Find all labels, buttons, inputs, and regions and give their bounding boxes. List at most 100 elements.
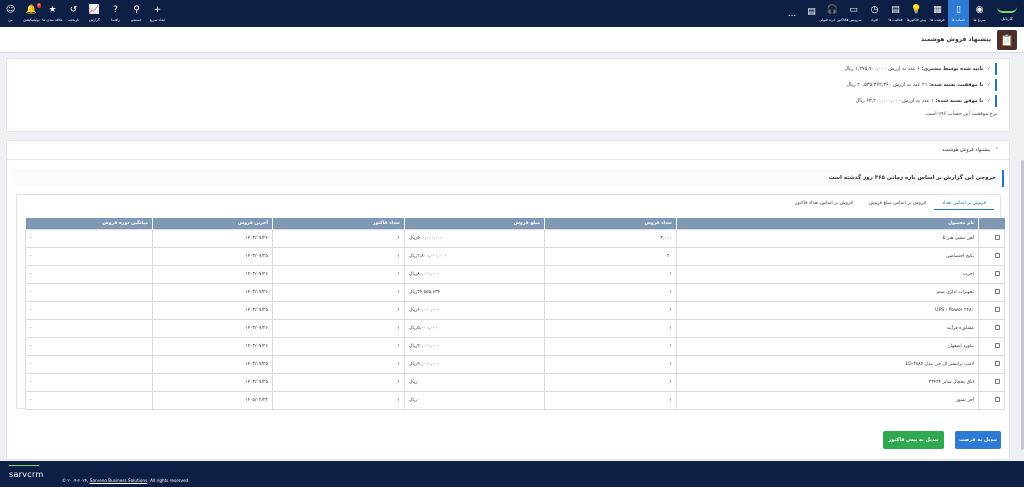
column-header[interactable]: مبلغ فروش bbox=[404, 218, 545, 229]
main-content: ✓ تایید شده توسط مشتری: ۶ عدد به ارزش ۱,… bbox=[6, 58, 1010, 460]
contracts-icon: ▯ bbox=[956, 5, 961, 15]
column-header[interactable]: میانگین دوره فروش bbox=[25, 218, 153, 229]
nav-item-document[interactable]: ▤ فعالیت ها bbox=[885, 0, 906, 27]
nav-item-history[interactable]: ↺ تاریخچه bbox=[63, 0, 84, 27]
table-cell: مشاوره فرآیند bbox=[676, 318, 979, 338]
table-cell: ۲,۸۰۰,۰۰۰,۰۰۰ریال bbox=[404, 246, 545, 266]
table-cell: ۱ bbox=[272, 354, 405, 374]
nav-item-clock[interactable]: ◷ افراد bbox=[864, 0, 885, 27]
row-checkbox[interactable] bbox=[995, 253, 1000, 258]
nav-item-label: فرصت ها bbox=[930, 18, 945, 22]
table-cell: ۱ bbox=[544, 372, 677, 392]
column-header[interactable]: تعداد فاکتور bbox=[272, 218, 405, 229]
table-cell: ۵۰۰,۰۰۰,۰۰۰ریال bbox=[404, 228, 545, 248]
report-panel: فروش بر اساس تعداد فروش بر اساس مبلغ فرو… bbox=[16, 194, 1005, 410]
nav-item-contracts[interactable]: ▯ حساب ها bbox=[948, 0, 969, 27]
row-select-cell bbox=[978, 246, 1005, 266]
company-link[interactable]: Sarveno Business Solutions bbox=[90, 478, 148, 483]
table-row[interactable]: تجهیزات اداری صنم ۱ ۳۴,۵۵۵,۶۲۴ریال ۱ ۱۴۰۳/۰۷… bbox=[25, 282, 1005, 302]
stat-approved: ✓ تایید شده توسط مشتری: ۶ عدد به ارزش ۱,… bbox=[697, 63, 997, 75]
bulb-icon: 💡 bbox=[910, 5, 923, 15]
table-row[interactable]: پکیج اختصاصی ۲۰ ۲,۸۰۰,۰۰۰,۰۰۰ریال ۱ ۱۴۰۳/۰۷/… bbox=[25, 246, 1005, 266]
nav-icon-wrap: ◉ bbox=[976, 5, 984, 16]
tab-by-amount[interactable]: فروش بر اساس مبلغ فروش bbox=[861, 198, 934, 210]
nav-item-plus[interactable]: + ایجاد سریع bbox=[147, 0, 168, 27]
app-logo[interactable]: کارتابل bbox=[990, 0, 1024, 27]
table-cell: ۱ bbox=[544, 336, 677, 356]
table-cell: اتاق یخچال سایز ۲۳۴۳۴ bbox=[676, 372, 979, 392]
top-navbar: کارتابل ◉ سرنخ ها ▯ حساب ها ▦ فرصت ها 💡 پیش فاک… bbox=[0, 0, 1024, 27]
table-cell: ۶۰,۰۰۰,۰۰۰ریال bbox=[404, 300, 545, 320]
convert-to-quote-button[interactable]: تبدیل به پیش فاکتور bbox=[883, 431, 944, 449]
nav-item-bell[interactable]: 🔔 ۲ نوتیفیکیشن bbox=[21, 0, 42, 27]
table-cell: ۳۴,۵۵۵,۶۲۴ریال bbox=[404, 282, 545, 302]
logo-mark bbox=[997, 7, 1017, 13]
row-checkbox[interactable] bbox=[995, 289, 1000, 294]
table-row[interactable]: UPS - Power ۲۲۸۰ ۱ ۶۰,۰۰۰,۰۰۰ریال ۱ ۱۴۰۳/۰۷/… bbox=[25, 300, 1005, 320]
table-row[interactable]: اتاق یخچال سایز ۲۳۴۳۴ ۱ ۰ریال ۱ ۱۴۰۳/۰۷/۲۵- bbox=[25, 372, 1005, 392]
convert-to-opportunity-button[interactable]: تبدیل به فرصت bbox=[955, 431, 1001, 449]
nav-icon-wrap: ▤ bbox=[891, 5, 900, 16]
table-cell: تجهیزات اداری صنم bbox=[676, 282, 979, 302]
table-row[interactable]: اجرت ۱ ۸۰,۰۰۰,۰۰۰ریال ۱ ۱۴۰۳/۰۷/۲۶- bbox=[25, 264, 1005, 284]
row-checkbox[interactable] bbox=[995, 271, 1000, 276]
row-checkbox[interactable] bbox=[995, 235, 1000, 240]
report-tabs: فروش بر اساس تعداد فروش بر اساس مبلغ فرو… bbox=[787, 198, 994, 210]
row-checkbox[interactable] bbox=[995, 397, 1000, 402]
column-header[interactable]: آخرین فروش bbox=[152, 218, 273, 229]
nav-item-bulb[interactable]: 💡 پیش فاکتورها bbox=[906, 0, 927, 27]
avatar-icon: ☺ bbox=[5, 5, 16, 15]
nav-item-search[interactable]: ⚲ جستجو bbox=[126, 0, 147, 27]
nav-icon-wrap: 📈 bbox=[89, 5, 100, 16]
stats-card: ✓ تایید شده توسط مشتری: ۶ عدد به ارزش ۱,… bbox=[6, 58, 1010, 132]
copyright-prefix: © ۲۰۰۴-۲۰۲۴, bbox=[62, 478, 90, 483]
nav-item-label: سرویس ها bbox=[845, 18, 862, 22]
table-row[interactable]: آجر نسوز ۱ ۰ریال ۱ ۱۴۰۵/۰۲/۲۲- bbox=[25, 390, 1005, 410]
nav-item-file[interactable]: ▤ bbox=[801, 0, 822, 27]
table-row[interactable]: مشاوره فرآیند ۱ ۵,۰۰۰,۰۰۰ریال ۱ ۱۴۰۳/۰۷/۲۶- bbox=[25, 318, 1005, 338]
row-checkbox[interactable] bbox=[995, 325, 1000, 330]
column-header[interactable]: تعداد فروش bbox=[544, 218, 677, 229]
table-cell: ۵,۰۰۰,۰۰۰ریال bbox=[404, 318, 545, 338]
nav-item-avatar[interactable]: ☺ من bbox=[0, 0, 21, 27]
row-checkbox[interactable] bbox=[995, 361, 1000, 366]
table-row[interactable]: لامپ ترانستر ال جی مدل LG-۳۸۸۴ ۱ ۹۰,۰۰۰,۰۰… bbox=[25, 354, 1005, 374]
nav-icon-wrap: ⚲ bbox=[133, 5, 140, 16]
notification-badge: ۲ bbox=[37, 3, 42, 8]
more-menu-icon[interactable]: ... bbox=[783, 0, 801, 27]
headset-icon: 🎧 bbox=[826, 5, 839, 15]
table-cell: ۱۴۰۳/۰۷/۲۶ bbox=[152, 336, 273, 356]
column-header[interactable] bbox=[978, 218, 1005, 229]
nav-item-card[interactable]: ▭ سرویس ها bbox=[843, 0, 864, 27]
page-header: 📋 پیشنهاد فروش هوشمند bbox=[0, 27, 1024, 53]
table-cell: ۱ bbox=[272, 246, 405, 266]
table-cell: اجرت bbox=[676, 264, 979, 284]
table-cell: ۱۴۰۳/۰۷/۲۵ bbox=[152, 300, 273, 320]
nav-item-chart[interactable]: 📈 گزارش bbox=[84, 0, 105, 27]
stat-label: تایید شده توسط مشتری: bbox=[921, 66, 984, 72]
nav-item-headset[interactable]: 🎧 فاکتور خرید قبولی bbox=[819, 0, 846, 27]
table-cell: ۱۴۰۳/۰۷/۲۶ bbox=[152, 228, 273, 248]
table-row[interactable]: آهن نبشی هنر b ۲,۰۰۰ ۵۰۰,۰۰۰,۰۰۰ریال ۱ ۱۴۰۳/… bbox=[25, 228, 1005, 248]
column-header[interactable]: نام محصول bbox=[676, 218, 979, 229]
table-cell: - bbox=[25, 246, 153, 266]
nav-item-opportunity[interactable]: ▦ فرصت ها bbox=[927, 0, 948, 27]
nav-icon-wrap: 🔔 ۲ bbox=[26, 3, 42, 16]
nav-item-help[interactable]: ? راهنما bbox=[105, 0, 126, 27]
footer-brand: sarvcrm bbox=[9, 470, 44, 479]
nav-item-star[interactable]: ★ علاقه مندی ها bbox=[42, 0, 63, 27]
row-checkbox[interactable] bbox=[995, 307, 1000, 312]
row-checkbox[interactable] bbox=[995, 343, 1000, 348]
nav-item-label: گزارش bbox=[89, 18, 100, 22]
success-rate-note: نرخ موفقیت این حساب ۹۶٪ است. bbox=[924, 111, 997, 117]
nav-icon-wrap: ★ bbox=[48, 5, 56, 16]
section-header[interactable]: ⌃ پیشنهاد فروش هوشمند bbox=[7, 141, 1009, 160]
table-row[interactable]: بیلورد اصفهان ۱ ۲۰,۰۰۰,۰۰۰ریال ۱ ۱۴۰۳/۰۷/۲۶- bbox=[25, 336, 1005, 356]
tab-by-invoice-count[interactable]: فروش بر اساس تعداد فاکتور bbox=[787, 198, 861, 210]
nav-item-home[interactable]: ◉ سرنخ ها bbox=[969, 0, 990, 27]
row-checkbox[interactable] bbox=[995, 379, 1000, 384]
nav-icon-wrap: ◷ bbox=[871, 5, 879, 16]
chevron-up-icon[interactable]: ⌃ bbox=[995, 147, 999, 153]
tab-by-quantity[interactable]: فروش بر اساس تعداد bbox=[934, 198, 994, 210]
